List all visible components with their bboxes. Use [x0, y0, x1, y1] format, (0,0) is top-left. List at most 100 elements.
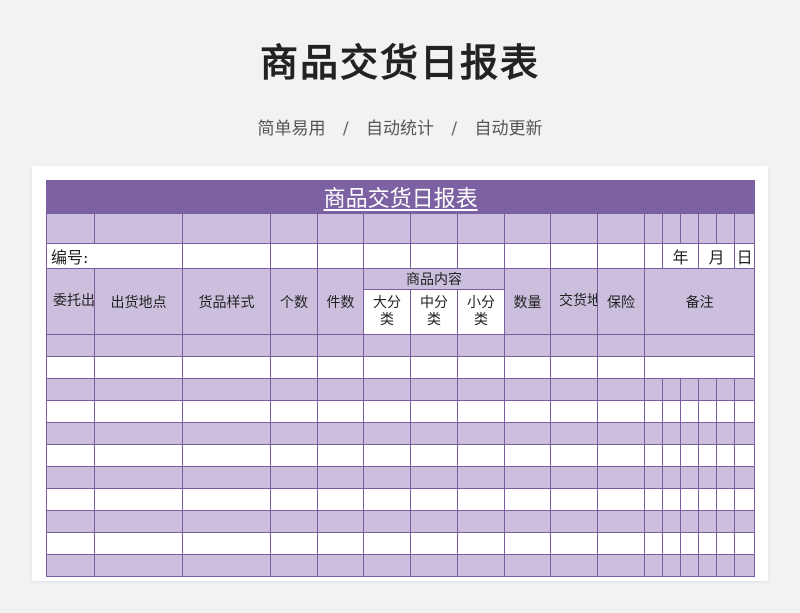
- cell[interactable]: [182, 243, 271, 269]
- cell[interactable]: [644, 378, 663, 401]
- cell[interactable]: [698, 422, 717, 445]
- cell[interactable]: [597, 422, 645, 445]
- cell[interactable]: [270, 422, 318, 445]
- cell[interactable]: [504, 378, 551, 401]
- cell[interactable]: [94, 510, 183, 533]
- cell[interactable]: [662, 466, 681, 489]
- cell[interactable]: [410, 510, 458, 533]
- cell[interactable]: [410, 400, 458, 423]
- cell[interactable]: [410, 488, 458, 511]
- cell[interactable]: [410, 243, 458, 269]
- cell[interactable]: [182, 334, 271, 357]
- cell[interactable]: [270, 213, 318, 244]
- cell[interactable]: [716, 400, 735, 423]
- cell[interactable]: [317, 532, 364, 555]
- cell[interactable]: [457, 488, 505, 511]
- cell[interactable]: [317, 243, 364, 269]
- cell[interactable]: [46, 422, 95, 445]
- cell[interactable]: [46, 466, 95, 489]
- cell[interactable]: [716, 444, 735, 467]
- cell[interactable]: [733, 422, 756, 445]
- cell[interactable]: [698, 400, 717, 423]
- cell[interactable]: [182, 510, 271, 533]
- cell[interactable]: [550, 334, 598, 357]
- cell[interactable]: [317, 488, 364, 511]
- cell[interactable]: [317, 510, 364, 533]
- cell[interactable]: [410, 213, 458, 244]
- cell[interactable]: [182, 356, 271, 379]
- cell[interactable]: [662, 554, 681, 577]
- cell[interactable]: [597, 356, 645, 379]
- cell[interactable]: [698, 554, 717, 577]
- cell[interactable]: [644, 466, 663, 489]
- cell[interactable]: [270, 488, 318, 511]
- cell[interactable]: [94, 444, 183, 467]
- cell[interactable]: [270, 466, 318, 489]
- cell[interactable]: [363, 356, 411, 379]
- cell[interactable]: [698, 532, 717, 555]
- cell[interactable]: [716, 422, 735, 445]
- cell[interactable]: [733, 378, 756, 401]
- cell[interactable]: [270, 510, 318, 533]
- cell[interactable]: [363, 400, 411, 423]
- cell[interactable]: [644, 444, 663, 467]
- cell[interactable]: [716, 510, 735, 533]
- cell[interactable]: [662, 378, 681, 401]
- cell[interactable]: [410, 334, 458, 357]
- cell[interactable]: [504, 334, 551, 357]
- cell[interactable]: [317, 554, 364, 577]
- cell[interactable]: [457, 213, 505, 244]
- cell[interactable]: [716, 488, 735, 511]
- cell[interactable]: [644, 213, 663, 244]
- cell[interactable]: [550, 466, 598, 489]
- cell[interactable]: [504, 243, 551, 269]
- cell[interactable]: [410, 444, 458, 467]
- cell[interactable]: [680, 488, 699, 511]
- cell[interactable]: [182, 422, 271, 445]
- cell[interactable]: [317, 422, 364, 445]
- cell[interactable]: [182, 488, 271, 511]
- cell[interactable]: [733, 213, 756, 244]
- cell[interactable]: [410, 378, 458, 401]
- cell[interactable]: [733, 488, 756, 511]
- cell[interactable]: [457, 356, 505, 379]
- cell[interactable]: [270, 334, 318, 357]
- cell[interactable]: [182, 444, 271, 467]
- cell[interactable]: [550, 422, 598, 445]
- cell[interactable]: [550, 510, 598, 533]
- cell[interactable]: [182, 213, 271, 244]
- cell[interactable]: [716, 554, 735, 577]
- cell[interactable]: [716, 532, 735, 555]
- cell[interactable]: [182, 532, 271, 555]
- cell[interactable]: [457, 532, 505, 555]
- cell[interactable]: [662, 488, 681, 511]
- cell[interactable]: [504, 356, 551, 379]
- cell[interactable]: [680, 444, 699, 467]
- cell[interactable]: [597, 400, 645, 423]
- cell[interactable]: [457, 243, 505, 269]
- cell[interactable]: [46, 554, 95, 577]
- cell[interactable]: [597, 510, 645, 533]
- cell[interactable]: [182, 400, 271, 423]
- cell[interactable]: [550, 554, 598, 577]
- cell[interactable]: [457, 400, 505, 423]
- cell[interactable]: [363, 444, 411, 467]
- cell[interactable]: [680, 378, 699, 401]
- cell[interactable]: [698, 378, 717, 401]
- cell[interactable]: [504, 554, 551, 577]
- cell[interactable]: [317, 213, 364, 244]
- cell[interactable]: [363, 510, 411, 533]
- cell[interactable]: [662, 422, 681, 445]
- cell[interactable]: [46, 356, 95, 379]
- cell[interactable]: [680, 213, 699, 244]
- cell[interactable]: [597, 444, 645, 467]
- cell[interactable]: [270, 378, 318, 401]
- cell[interactable]: [363, 213, 411, 244]
- cell[interactable]: [457, 554, 505, 577]
- cell[interactable]: [662, 444, 681, 467]
- cell[interactable]: [550, 488, 598, 511]
- cell[interactable]: [410, 422, 458, 445]
- cell[interactable]: [182, 378, 271, 401]
- cell[interactable]: [680, 532, 699, 555]
- cell[interactable]: [270, 532, 318, 555]
